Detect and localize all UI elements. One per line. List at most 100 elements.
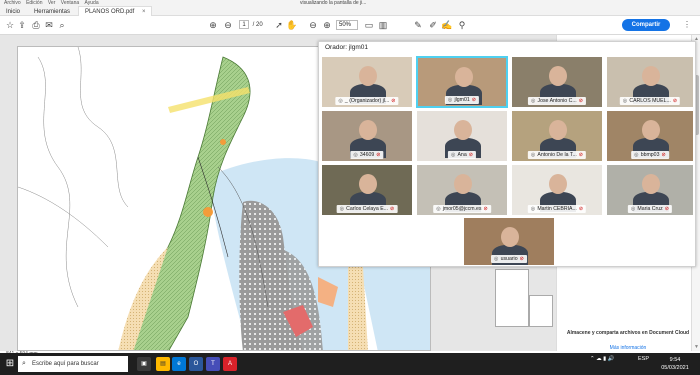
microphone-icon: ◎ <box>339 206 345 212</box>
participant-tile[interactable]: ◎ Jose Antonio C... ⊘ <box>511 56 603 108</box>
participant-name-label: ◎ 34609 ⊘ <box>350 151 384 159</box>
participant-name-label: ◎ bbmp03 ⊘ <box>631 151 669 159</box>
search-icon[interactable]: ⌕ <box>56 19 68 31</box>
search-icon: ⌕ <box>22 360 26 367</box>
participant-name: jlgm01 <box>454 97 470 103</box>
page-thumbnail[interactable] <box>495 269 529 327</box>
more-info-link[interactable]: Más información <box>561 345 695 351</box>
microphone-icon: ◎ <box>494 256 499 262</box>
participant-head <box>642 174 660 195</box>
tray-icons[interactable]: ⌃ ☁ ▮ 🔊 <box>590 356 615 362</box>
mic-muted-icon: ⊘ <box>672 98 678 104</box>
participant-tile[interactable]: ◎ Antonio De la T... ⊘ <box>511 110 603 162</box>
participant-tile[interactable]: ◎ Maria Cruz ⊘ <box>606 164 694 216</box>
more-options-icon[interactable]: ⋮ <box>683 20 691 29</box>
mic-muted-icon: ⊘ <box>578 98 584 104</box>
participant-tile[interactable]: ◎ _ (Organizador) jl... ⊘ <box>321 56 413 108</box>
microphone-icon: ◎ <box>530 98 536 104</box>
mic-muted-icon: ⊘ <box>471 97 477 103</box>
microphone-icon: ◎ <box>353 152 358 158</box>
participant-name-label: ◎ Antonio De la T... ⊘ <box>527 151 587 159</box>
mic-muted-icon: ⊘ <box>519 256 524 262</box>
microphone-icon: ◎ <box>450 152 456 158</box>
participant-tile[interactable]: ◎ Martin CEBRIA... ⊘ <box>511 164 603 216</box>
page-up-icon[interactable]: ⊕ <box>207 19 219 31</box>
participant-name-label: ◎ usuario ⊘ <box>491 255 527 263</box>
task-view-icon[interactable]: ▣ <box>137 357 151 371</box>
participant-head <box>642 66 660 87</box>
participant-name-label: ◎ CARLOS MUEL... ⊘ <box>619 97 681 105</box>
participant-name: jmor05@jccm.es <box>442 206 482 212</box>
select-cursor-icon[interactable]: ➚ <box>273 19 285 31</box>
microphone-icon: ◎ <box>338 98 343 104</box>
microphone-icon: ◎ <box>634 152 639 158</box>
zoom-out-icon[interactable]: ⊖ <box>307 19 319 31</box>
outlook-icon[interactable]: O <box>189 357 203 371</box>
comment-icon[interactable]: ✎ <box>412 19 424 31</box>
participant-head <box>549 66 567 87</box>
fit-page-icon[interactable]: ▭ <box>363 19 375 31</box>
participant-name-label: ◎ Maria Cruz ⊘ <box>627 205 673 213</box>
scroll-down-icon[interactable]: ▼ <box>692 344 700 350</box>
mic-muted-icon: ⊘ <box>468 152 474 158</box>
mic-muted-icon: ⊘ <box>391 98 396 104</box>
microphone-icon: ◎ <box>622 98 628 104</box>
participant-tile[interactable]: ◎ jmor05@jccm.es ⊘ <box>416 164 508 216</box>
participant-tile[interactable]: ◎ jlgm01 ⊘ <box>416 56 508 108</box>
tab-document[interactable]: PLANOS ORD.pdf × <box>77 6 153 16</box>
participant-head <box>501 227 519 248</box>
highlight-icon[interactable]: ✐ <box>427 19 439 31</box>
participant-tile[interactable]: ◎ 34609 ⊘ <box>321 110 413 162</box>
scroll-mode-icon[interactable]: ▥ <box>377 19 389 31</box>
participant-name: 34609 <box>359 152 375 158</box>
speaker-label: Orador: jlgm01 <box>325 44 368 51</box>
sign-icon[interactable]: ✍ <box>441 19 453 31</box>
participant-head <box>359 174 377 195</box>
stamp-icon[interactable]: ⚲ <box>456 19 468 31</box>
upload-icon[interactable]: ⇪ <box>16 19 28 31</box>
participant-tile[interactable]: ◎ Carlos Celaya E... ⊘ <box>321 164 413 216</box>
page-thumbnail[interactable] <box>529 295 553 327</box>
participant-name: _ (Organizador) jl... <box>344 98 390 104</box>
email-icon[interactable]: ✉ <box>43 19 55 31</box>
taskbar-search-placeholder: Escribe aquí para buscar <box>32 361 99 367</box>
acrobat-icon[interactable]: A <box>223 357 237 371</box>
tab-bar: Inicio Herramientas PLANOS ORD.pdf × <box>0 6 700 16</box>
print-icon[interactable]: ⎙ <box>30 19 42 31</box>
edge-icon[interactable]: e <box>172 357 186 371</box>
page-total: / 20 <box>252 22 263 28</box>
bookmark-icon[interactable]: ☆ <box>4 19 16 31</box>
video-call-window[interactable]: Orador: jlgm01 ◎ _ (Organizador) jl... ⊘ ◎ j… <box>318 41 696 267</box>
mic-muted-icon: ⊘ <box>661 152 666 158</box>
page-number-input[interactable]: 1 <box>239 20 249 29</box>
participant-name: Ana <box>457 152 467 158</box>
page-down-icon[interactable]: ⊖ <box>222 19 234 31</box>
close-icon[interactable]: × <box>142 9 146 15</box>
windows-start-icon[interactable]: ⊞ <box>4 358 16 370</box>
microphone-icon: ◎ <box>530 206 536 212</box>
share-button[interactable]: Compartir <box>622 19 670 31</box>
zoom-in-icon[interactable]: ⊕ <box>321 19 333 31</box>
participant-name-label: ◎ jlgm01 ⊘ <box>444 96 480 104</box>
participant-name-label: ◎ Carlos Celaya E... ⊘ <box>336 205 398 213</box>
teams-icon[interactable]: T <box>206 357 220 371</box>
document-cloud-promo: Almacene y comparta archivos en Document… <box>566 330 690 336</box>
hand-tool-icon[interactable]: ✋ <box>286 19 298 31</box>
file-explorer-icon[interactable]: ▤ <box>156 357 170 371</box>
clock-time: 9:54 <box>669 357 681 363</box>
language-indicator[interactable]: ESP <box>638 356 649 362</box>
sharing-banner: visualizando la pantalla de ji... <box>300 0 367 6</box>
mic-muted-icon: ⊘ <box>389 206 395 212</box>
participant-tile[interactable]: ◎ bbmp03 ⊘ <box>606 110 694 162</box>
taskbar-search[interactable]: ⌕ Escribe aquí para buscar <box>18 356 128 372</box>
zoom-select[interactable]: 50% <box>336 20 358 30</box>
participant-tile[interactable]: ◎ CARLOS MUEL... ⊘ <box>606 56 694 108</box>
participant-tile[interactable]: ◎ usuario ⊘ <box>463 217 555 266</box>
participant-name-label: ◎ Ana ⊘ <box>447 151 477 159</box>
mic-muted-icon: ⊘ <box>664 206 670 212</box>
microphone-icon: ◎ <box>630 206 636 212</box>
participant-tile[interactable]: ◎ Ana ⊘ <box>416 110 508 162</box>
mic-muted-icon: ⊘ <box>483 206 488 212</box>
system-clock[interactable]: 9:54 05/03/2021 <box>660 356 690 372</box>
clock-date: 05/03/2021 <box>661 365 689 371</box>
